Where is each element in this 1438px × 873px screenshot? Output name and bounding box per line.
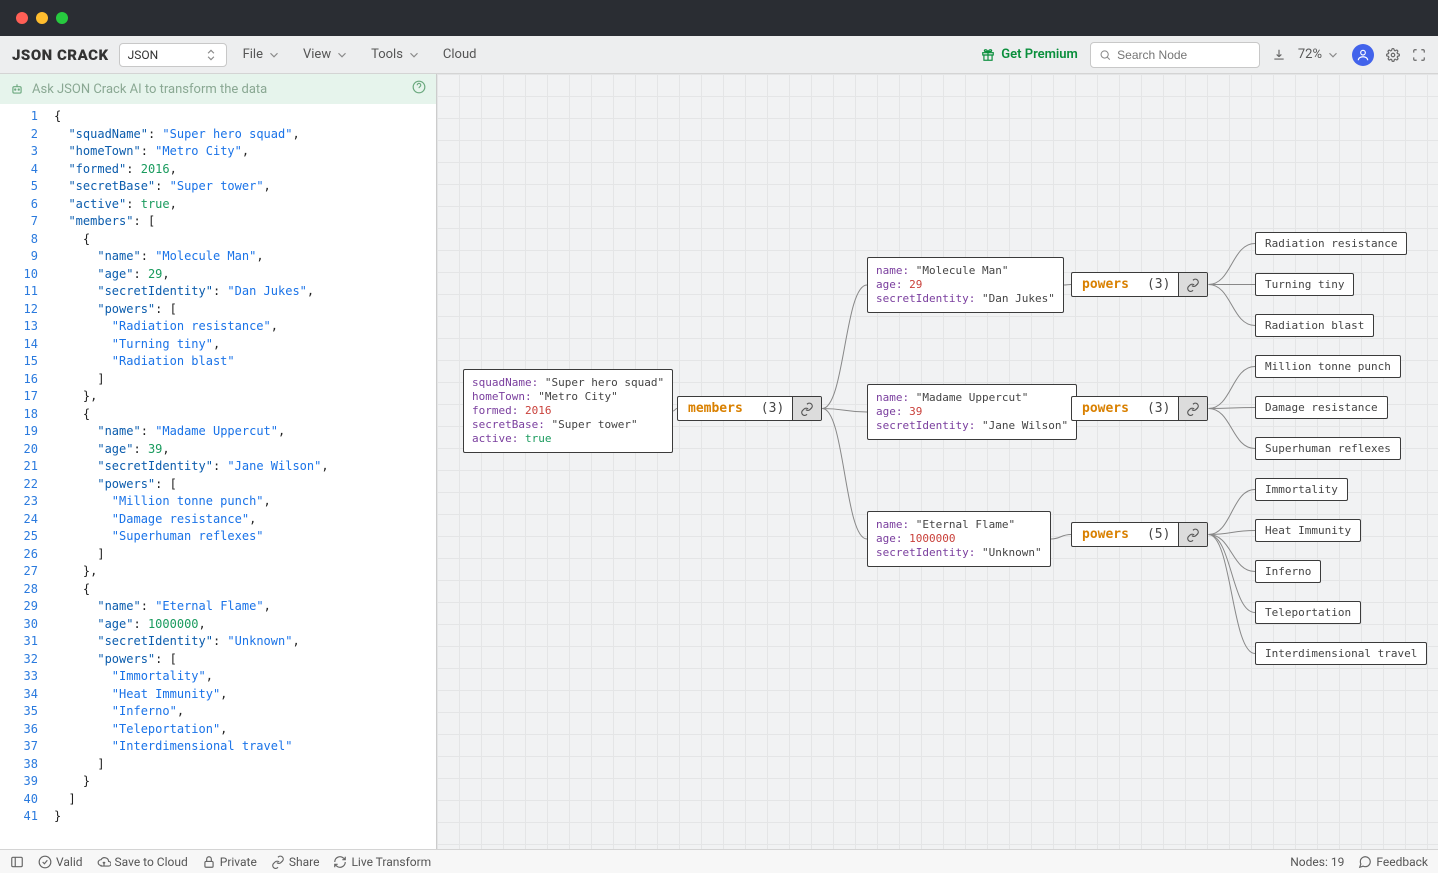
graph-node-members-label: members xyxy=(678,397,753,420)
minimize-window-icon[interactable] xyxy=(36,12,48,24)
get-premium-label: Get Premium xyxy=(1001,47,1078,62)
graph-node-powers-2[interactable]: powers (5) xyxy=(1071,522,1208,547)
ai-prompt-label: Ask JSON Crack AI to transform the data xyxy=(32,82,267,97)
graph-leaf[interactable]: Million tonne punch xyxy=(1255,355,1401,378)
format-select[interactable]: JSON xyxy=(119,43,227,67)
cloud-upload-icon xyxy=(97,855,111,869)
zoom-value: 72% xyxy=(1298,47,1322,62)
menu-tools-label: Tools xyxy=(371,47,403,62)
graph-node-powers-1-label: powers xyxy=(1072,397,1139,420)
menu-cloud[interactable]: Cloud xyxy=(437,43,483,66)
ai-prompt-bar[interactable]: Ask JSON Crack AI to transform the data xyxy=(0,74,436,104)
status-valid-label: Valid xyxy=(56,855,83,869)
graph-node-members-count: (3) xyxy=(753,397,792,420)
menu-view[interactable]: View xyxy=(297,43,355,66)
chevron-down-icon xyxy=(1326,48,1340,62)
graph-leaf[interactable]: Radiation blast xyxy=(1255,314,1374,337)
chevron-down-icon xyxy=(335,48,349,62)
share-label: Share xyxy=(289,855,320,869)
editor-panel: Ask JSON Crack AI to transform the data … xyxy=(0,74,437,849)
status-bar: Valid Save to Cloud Private Share Live T… xyxy=(0,849,1438,873)
chevron-down-icon xyxy=(407,48,421,62)
graph-node-powers-2-count: (5) xyxy=(1139,523,1178,546)
graph-node-member-1[interactable]: name: "Madame Uppercut"age: 39secretIden… xyxy=(867,384,1077,440)
menu-tools[interactable]: Tools xyxy=(365,43,427,66)
share-button[interactable]: Share xyxy=(271,855,320,869)
graph-leaf[interactable]: Turning tiny xyxy=(1255,273,1354,296)
graph-node-member-2[interactable]: name: "Eternal Flame"age: 1000000secretI… xyxy=(867,511,1051,567)
graph-node-powers-0-label: powers xyxy=(1072,273,1139,296)
save-to-cloud-label: Save to Cloud xyxy=(115,855,188,869)
refresh-icon xyxy=(333,855,347,869)
graph-node-powers-0[interactable]: powers (3) xyxy=(1071,272,1208,297)
live-transform-label: Live Transform xyxy=(351,855,431,869)
gift-icon xyxy=(981,48,995,62)
graph-leaf[interactable]: Damage resistance xyxy=(1255,396,1388,419)
menu-cloud-label: Cloud xyxy=(443,47,477,62)
zoom-control[interactable]: 72% xyxy=(1298,47,1340,62)
graph-node-powers-1-count: (3) xyxy=(1139,397,1178,420)
chevron-updown-icon xyxy=(204,48,218,62)
close-window-icon[interactable] xyxy=(16,12,28,24)
save-to-cloud-button[interactable]: Save to Cloud xyxy=(97,855,188,869)
graph-leaf[interactable]: Heat Immunity xyxy=(1255,519,1361,542)
maximize-icon xyxy=(1412,48,1426,62)
menu-view-label: View xyxy=(303,47,331,62)
user-icon xyxy=(1356,48,1370,62)
graph-leaf[interactable]: Teleportation xyxy=(1255,601,1361,624)
chevron-down-icon xyxy=(267,48,281,62)
maximize-window-icon[interactable] xyxy=(56,12,68,24)
lock-icon xyxy=(202,855,216,869)
graph-node-powers-2-label: powers xyxy=(1072,523,1139,546)
link-icon[interactable] xyxy=(1178,397,1207,420)
graph-canvas[interactable]: squadName: "Super hero squad"homeTown: "… xyxy=(437,74,1438,849)
graph-node-powers-1[interactable]: powers (3) xyxy=(1071,396,1208,421)
privacy-label: Private xyxy=(220,855,257,869)
gear-icon xyxy=(1386,48,1400,62)
message-icon xyxy=(1358,855,1372,869)
graph-leaf[interactable]: Radiation resistance xyxy=(1255,232,1407,255)
line-gutter: 1234567891011121314151617181920212223242… xyxy=(0,104,48,849)
search-node-input[interactable] xyxy=(1117,48,1251,62)
app-logo: JSON CRACK xyxy=(12,46,109,64)
sidebar-toggle-button[interactable] xyxy=(10,855,24,869)
graph-node-members[interactable]: members (3) xyxy=(677,396,822,421)
panel-left-icon xyxy=(10,855,24,869)
format-select-value: JSON xyxy=(128,48,159,62)
feedback-button[interactable]: Feedback xyxy=(1358,855,1428,869)
avatar[interactable] xyxy=(1352,44,1374,66)
status-valid[interactable]: Valid xyxy=(38,855,83,869)
graph-leaf[interactable]: Interdimensional travel xyxy=(1255,642,1427,665)
feedback-label: Feedback xyxy=(1376,855,1428,869)
search-node-input-wrapper[interactable] xyxy=(1090,42,1260,68)
menu-file-label: File xyxy=(243,47,263,62)
privacy-toggle[interactable]: Private xyxy=(202,855,257,869)
search-icon xyxy=(1099,48,1111,62)
help-icon[interactable] xyxy=(412,80,426,98)
graph-leaf[interactable]: Inferno xyxy=(1255,560,1321,583)
download-button[interactable] xyxy=(1272,48,1286,62)
graph-leaf[interactable]: Superhuman reflexes xyxy=(1255,437,1401,460)
toolbar: JSON CRACK JSON File View Tools Cloud Ge… xyxy=(0,36,1438,74)
get-premium-button[interactable]: Get Premium xyxy=(981,47,1078,62)
link-icon[interactable] xyxy=(1178,273,1207,296)
code-editor[interactable]: 1234567891011121314151617181920212223242… xyxy=(0,104,436,849)
code-content[interactable]: { "squadName": "Super hero squad", "home… xyxy=(48,104,436,849)
link-icon xyxy=(271,855,285,869)
menu-file[interactable]: File xyxy=(237,43,287,66)
link-icon[interactable] xyxy=(1178,523,1207,546)
settings-button[interactable] xyxy=(1386,48,1400,62)
graph-node-member-0[interactable]: name: "Molecule Man"age: 29secretIdentit… xyxy=(867,257,1064,313)
graph-node-root[interactable]: squadName: "Super hero squad"homeTown: "… xyxy=(463,369,673,453)
graph-node-powers-0-count: (3) xyxy=(1139,273,1178,296)
graph-leaf[interactable]: Immortality xyxy=(1255,478,1348,501)
window-titlebar xyxy=(0,0,1438,36)
link-icon[interactable] xyxy=(792,397,821,420)
node-count-label: Nodes: 19 xyxy=(1290,855,1344,869)
download-icon xyxy=(1272,48,1286,62)
robot-icon xyxy=(10,82,24,96)
live-transform-toggle[interactable]: Live Transform xyxy=(333,855,431,869)
fullscreen-button[interactable] xyxy=(1412,48,1426,62)
check-circle-icon xyxy=(38,855,52,869)
